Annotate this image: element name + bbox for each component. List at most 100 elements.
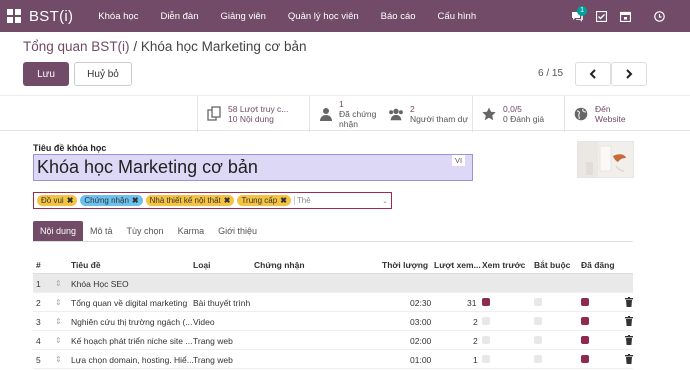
tag-remove-icon[interactable]: ✖ bbox=[224, 196, 231, 205]
preview-checkbox[interactable] bbox=[482, 355, 490, 363]
col-title[interactable]: Tiêu đề bbox=[71, 260, 101, 270]
tab-options[interactable]: Tùy chọn bbox=[120, 221, 171, 241]
required-checkbox[interactable] bbox=[534, 317, 542, 325]
breadcrumb: Tổng quan BST(i) / Khóa học Marketing cơ… bbox=[23, 39, 307, 54]
menu-item-forum[interactable]: Diễn đàn bbox=[149, 11, 209, 22]
stat-rating-value: 0,0/5 bbox=[503, 104, 522, 114]
preview-checkbox[interactable] bbox=[482, 298, 490, 306]
tag-input[interactable]: Thẻ bbox=[293, 196, 379, 205]
trash-icon[interactable] bbox=[625, 297, 633, 307]
published-checkbox[interactable] bbox=[581, 355, 589, 363]
notebook-tabs: Nội dung Mô tả Tùy chọn Karma Giới thiệu bbox=[33, 221, 633, 242]
tag-label: Chứng nhận bbox=[84, 196, 129, 205]
col-type[interactable]: Loại bbox=[193, 260, 210, 270]
pager-prev-button[interactable] bbox=[575, 62, 611, 86]
menu-item-learners[interactable]: Quản lý học viên bbox=[277, 11, 370, 22]
col-required[interactable]: Bắt buộc bbox=[534, 260, 570, 270]
row-num: 3 bbox=[36, 317, 41, 327]
row-num: 4 bbox=[36, 336, 41, 346]
person-icon bbox=[318, 106, 333, 122]
col-published[interactable]: Đã đăng bbox=[581, 260, 615, 270]
published-checkbox[interactable] bbox=[581, 298, 589, 306]
chevron-right-icon bbox=[626, 69, 633, 79]
trash-icon[interactable] bbox=[625, 335, 633, 345]
tab-content[interactable]: Nội dung bbox=[33, 221, 84, 241]
required-checkbox[interactable] bbox=[534, 336, 542, 344]
dropdown-caret-icon[interactable]: ⌄ bbox=[382, 197, 388, 205]
tag-label: Đồ vui bbox=[41, 196, 64, 205]
language-button[interactable]: VI bbox=[452, 155, 466, 166]
course-image[interactable] bbox=[577, 141, 634, 178]
row-type: Bài thuyết trình bbox=[193, 298, 251, 308]
course-title-label: Tiêu đề khóa học bbox=[33, 143, 107, 153]
drag-handle-icon[interactable]: ⇕ bbox=[55, 279, 62, 288]
tags-field[interactable]: Đồ vui ✖ Chứng nhận ✖ Nhà thiết kế nội thấ… bbox=[33, 192, 392, 209]
published-checkbox[interactable] bbox=[581, 336, 589, 344]
row-num: 5 bbox=[36, 355, 41, 365]
save-button[interactable]: Lưu bbox=[23, 62, 69, 86]
tab-karma[interactable]: Karma bbox=[171, 221, 212, 241]
stat-attendees-count: 2 bbox=[410, 104, 415, 114]
table-row[interactable]: 3 ⇕ Nghiên cứu thị trường ngách (... Vid… bbox=[33, 312, 633, 331]
menu-item-config[interactable]: Cấu hình bbox=[427, 11, 488, 22]
tab-about[interactable]: Giới thiệu bbox=[211, 221, 264, 241]
required-checkbox[interactable] bbox=[534, 298, 542, 306]
breadcrumb-parent[interactable]: Tổng quan BST(i) bbox=[23, 39, 130, 54]
course-title-input[interactable]: Khóa học Marketing cơ bản bbox=[33, 154, 473, 181]
drag-handle-icon[interactable]: ⇕ bbox=[55, 317, 62, 326]
table-row[interactable]: 4 ⇕ Kế hoạch phát triển niche site ... T… bbox=[33, 331, 633, 350]
tag-chip: Nhà thiết kế nội thất ✖ bbox=[145, 195, 235, 206]
published-checkbox[interactable] bbox=[581, 317, 589, 325]
col-cert[interactable]: Chứng nhận bbox=[254, 260, 305, 270]
table-row[interactable]: 2 ⇕ Tổng quan về digital marketing Bài t… bbox=[33, 293, 633, 312]
stat-views-contents[interactable]: 58 Lượt truy c... 10 Nội dung bbox=[197, 96, 309, 132]
top-navbar: BST(i) Khóa học Diễn đàn Giảng viên Quản… bbox=[0, 0, 690, 32]
preview-checkbox[interactable] bbox=[482, 336, 490, 344]
trash-icon[interactable] bbox=[625, 316, 633, 326]
row-title: Nghiên cứu thị trường ngách (... bbox=[71, 317, 193, 327]
app-grid-icon[interactable] bbox=[7, 9, 21, 23]
menu-item-courses[interactable]: Khóa học bbox=[87, 11, 149, 22]
breadcrumb-current: Khóa học Marketing cơ bản bbox=[140, 39, 307, 54]
col-views[interactable]: Lượt xem... bbox=[434, 260, 481, 270]
preview-checkbox[interactable] bbox=[482, 317, 490, 325]
chat-icon[interactable]: 1 bbox=[566, 5, 588, 27]
drag-handle-icon[interactable]: ⇕ bbox=[55, 298, 62, 307]
menu-item-reports[interactable]: Báo cáo bbox=[370, 11, 427, 22]
col-preview[interactable]: Xem trước bbox=[482, 260, 525, 270]
col-num: # bbox=[36, 260, 41, 270]
row-title: Tổng quan về digital marketing bbox=[71, 298, 188, 308]
stat-attendees[interactable]: 2 Người tham dự bbox=[380, 96, 472, 132]
stat-rating[interactable]: 0,0/5 0 Đánh giá bbox=[472, 96, 564, 132]
trash-icon[interactable] bbox=[625, 354, 633, 364]
calendar-icon[interactable] bbox=[614, 5, 636, 27]
pager-next-button[interactable] bbox=[611, 62, 647, 86]
tag-chip: Chứng nhận ✖ bbox=[80, 195, 143, 206]
stat-go-website[interactable]: Đến Website bbox=[564, 96, 644, 132]
stat-rating-label: 0 Đánh giá bbox=[503, 114, 545, 124]
tag-remove-icon[interactable]: ✖ bbox=[132, 196, 139, 205]
discard-button[interactable]: Huỷ bỏ bbox=[74, 62, 132, 86]
clock-icon[interactable] bbox=[648, 5, 670, 27]
tag-label: Nhà thiết kế nội thất bbox=[149, 196, 221, 205]
menu-item-instructors[interactable]: Giảng viên bbox=[209, 11, 276, 22]
required-checkbox[interactable] bbox=[534, 355, 542, 363]
table-row[interactable]: 5 ⇕ Lựa chọn domain, hosting. Hiể... Tra… bbox=[33, 350, 633, 369]
tag-chip: Đồ vui ✖ bbox=[37, 195, 78, 206]
row-views: 31 bbox=[467, 298, 477, 308]
row-duration: 03:00 bbox=[410, 317, 432, 327]
col-duration[interactable]: Thời lượng bbox=[382, 260, 428, 270]
tag-remove-icon[interactable]: ✖ bbox=[280, 196, 287, 205]
activity-check-icon[interactable] bbox=[590, 5, 612, 27]
app-brand[interactable]: BST(i) bbox=[29, 8, 73, 25]
users-icon bbox=[388, 106, 404, 122]
section-row[interactable]: 1 ⇕ Khóa Học SEO bbox=[33, 274, 633, 293]
drag-handle-icon[interactable]: ⇕ bbox=[55, 355, 62, 364]
table-header: # Tiêu đề Loại Chứng nhận Thời lượng Lượ… bbox=[33, 255, 633, 274]
row-views: 2 bbox=[473, 336, 478, 346]
tag-remove-icon[interactable]: ✖ bbox=[67, 196, 74, 205]
chevron-left-icon bbox=[589, 69, 596, 79]
tab-description[interactable]: Mô tả bbox=[83, 221, 120, 241]
drag-handle-icon[interactable]: ⇕ bbox=[55, 336, 62, 345]
row-title: Kế hoạch phát triển niche site ... bbox=[71, 336, 193, 346]
